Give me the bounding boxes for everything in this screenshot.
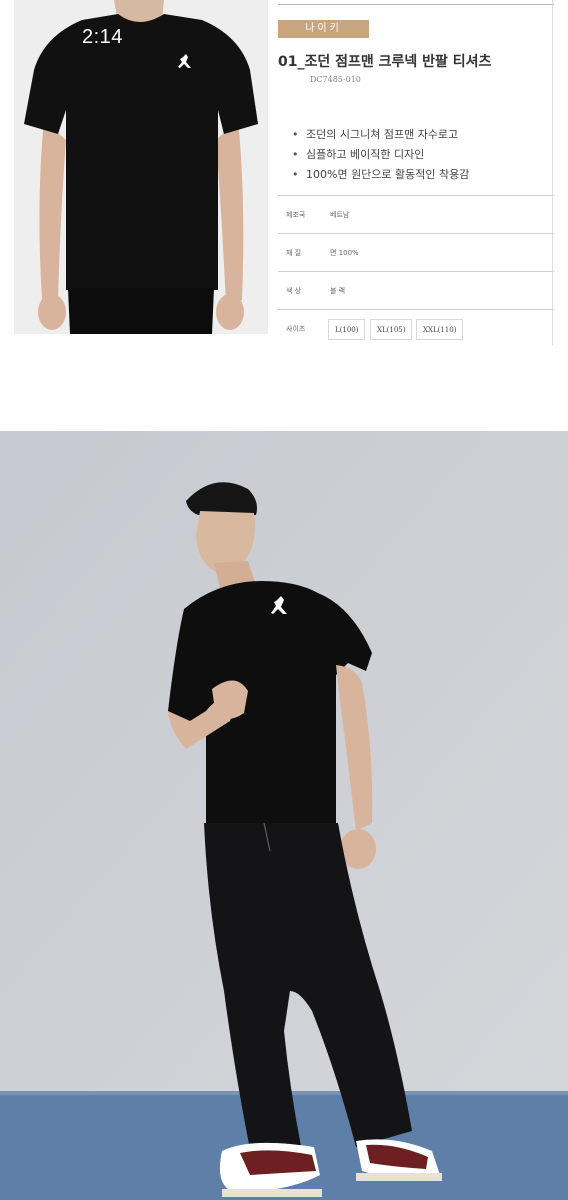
feature-item: • 100%면 원단으로 활동적인 착용감 [292,165,469,185]
spec-value: 블 랙 [330,287,346,295]
spec-label: 색 상 [286,287,302,295]
product-photo-bottom [0,431,568,1200]
size-option-xxl[interactable]: XXL(110) [416,319,464,340]
spec-value: 면 100% [330,249,359,257]
brand-badge: 나이키 [278,20,369,38]
product-photo-top: 2:14 [14,0,268,334]
product-detail-section: 2:14 나이키 01_조던 점프맨 크루넥 반팔 티셔츠 DC7485-010… [0,0,568,345]
spec-label: 사이즈 [286,325,306,333]
spec-row-size: 사이즈 L(100) XL(105) XXL(110) [278,309,554,347]
spec-row-color: 색 상 블 랙 [278,271,554,309]
spec-row-origin: 제조국 베트남 [278,195,554,233]
divider [278,4,554,5]
divider [552,0,553,345]
feature-item: • 심플하고 베이직한 디자인 [292,145,469,165]
spec-table: 제조국 베트남 재 질 면 100% 색 상 블 랙 사이즈 L(100) XL… [278,195,554,347]
spec-value: 베트남 [330,211,350,219]
full-body-model-photo-icon [0,431,568,1200]
spec-label: 제조국 [286,211,306,219]
spec-row-material: 재 질 면 100% [278,233,554,271]
tshirt-model-photo-icon [14,0,268,334]
spec-label: 재 질 [286,249,302,257]
size-option-xl[interactable]: XL(105) [370,319,413,340]
bullet-icon: • [292,148,299,161]
bullet-icon: • [292,128,299,141]
size-option-l[interactable]: L(100) [328,319,366,340]
feature-list: • 조던의 시그니쳐 점프맨 자수로고 • 심플하고 베이직한 디자인 • 100%면… [292,125,469,185]
product-info-panel: 나이키 01_조던 점프맨 크루넥 반팔 티셔츠 DC7485-010 • 조던의… [272,0,568,345]
status-bar-time: 2:14 [82,26,123,48]
feature-item: • 조던의 시그니쳐 점프맨 자수로고 [292,125,469,145]
product-code: DC7485-010 [310,75,361,84]
product-title: 01_조던 점프맨 크루넥 반팔 티셔츠 [278,54,492,70]
bullet-icon: • [292,168,299,181]
